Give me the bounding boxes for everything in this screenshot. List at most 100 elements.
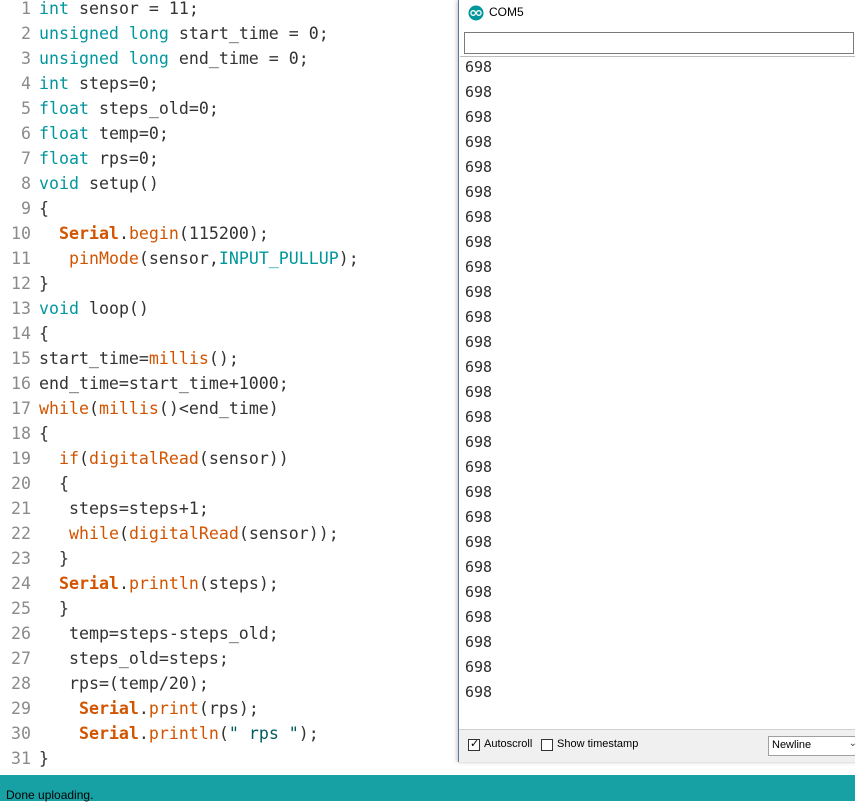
- code-token: .: [118, 224, 129, 243]
- serial-output-line: 698: [465, 433, 493, 451]
- line-number: 4: [21, 74, 31, 93]
- line-number: 11: [11, 249, 31, 268]
- serial-output-area[interactable]: 698 698 698 698 698 698 698 698 698 698 698 698 698 6…: [460, 56, 855, 729]
- code-token: loop(): [88, 299, 149, 318]
- window-title: COM5: [489, 5, 524, 19]
- code-text: {: [39, 471, 69, 496]
- code-token: ()<end_time): [158, 399, 279, 418]
- code-text: Serial.begin(115200);: [39, 221, 269, 246]
- code-text: float steps_old=0;: [39, 96, 219, 121]
- code-text: int sensor = 11;: [39, 0, 199, 21]
- code-text: if(digitalRead(sensor)): [39, 446, 289, 471]
- serial-output-line: 698: [465, 683, 493, 701]
- line-number: 25: [11, 599, 31, 618]
- serial-output-line: 698: [465, 283, 493, 301]
- code-text: float temp=0;: [39, 121, 169, 146]
- code-token: Serial: [78, 699, 139, 718]
- autoscroll-checkbox[interactable]: ✓: [468, 738, 480, 751]
- line-number: 26: [11, 624, 31, 643]
- arduino-logo-icon: [468, 5, 484, 21]
- code-token: );: [338, 249, 359, 268]
- serial-monitor-window: COM5 698 698 698 698 698 698 698 698 698 698 698 69…: [458, 0, 855, 762]
- code-token: println: [128, 574, 199, 593]
- code-token: INPUT_PULLUP: [218, 249, 339, 268]
- code-token: (: [88, 399, 99, 418]
- code-text: while(digitalRead(sensor));: [39, 521, 339, 546]
- serial-output-line: 698: [465, 458, 493, 476]
- code-token: digitalRead: [88, 449, 199, 468]
- code-token: }: [39, 749, 49, 768]
- code-text: }: [39, 546, 69, 571]
- line-number: 12: [11, 274, 31, 293]
- serial-output-line: 698: [465, 508, 493, 526]
- line-number: 30: [11, 724, 31, 743]
- show-timestamp-label: Show timestamp: [557, 738, 639, 750]
- code-token: println: [148, 724, 219, 743]
- line-number: 5: [21, 99, 31, 118]
- line-number: 2: [21, 24, 31, 43]
- code-text: rps=(temp/20);: [39, 671, 209, 696]
- code-token: print: [148, 699, 199, 718]
- serial-output-line: 698: [465, 133, 493, 151]
- code-text: void setup(): [39, 171, 159, 196]
- line-number: 23: [11, 549, 31, 568]
- serial-send-input[interactable]: [464, 32, 854, 54]
- line-number: 31: [11, 749, 31, 768]
- code-token: int: [39, 74, 69, 93]
- code-token: (sensor));: [238, 524, 339, 543]
- code-token: rps=0;: [98, 149, 159, 168]
- serial-output-line: 698: [465, 108, 493, 126]
- line-number: 7: [21, 149, 31, 168]
- code-token: }: [39, 599, 69, 618]
- line-number: 16: [11, 374, 31, 393]
- serial-output-line: 698: [465, 208, 493, 226]
- code-token: .: [138, 724, 149, 743]
- code-token: {: [39, 199, 49, 218]
- code-token: (rps);: [198, 699, 259, 718]
- code-token: }: [39, 549, 69, 568]
- code-text: end_time=start_time+1000;: [39, 371, 289, 396]
- line-number: 13: [11, 299, 31, 318]
- code-text: int steps=0;: [39, 71, 159, 96]
- code-token: void: [39, 299, 79, 318]
- code-token: unsigned long: [39, 24, 169, 43]
- serial-monitor-title-bar[interactable]: COM5: [459, 0, 855, 26]
- code-text: {: [39, 421, 49, 446]
- code-token: pinMode: [68, 249, 139, 268]
- code-token: );: [298, 724, 319, 743]
- code-text: steps=steps+1;: [39, 496, 209, 521]
- serial-output-line: 698: [465, 383, 493, 401]
- line-number: 21: [11, 499, 31, 518]
- code-token: {: [39, 324, 49, 343]
- code-token: start_time = 0;: [178, 24, 329, 43]
- line-number: 8: [21, 174, 31, 193]
- code-token: {: [39, 424, 49, 443]
- code-token: Serial: [58, 224, 119, 243]
- serial-output-line: 698: [465, 483, 493, 501]
- code-token: (: [78, 449, 89, 468]
- serial-output-line: 698: [465, 333, 493, 351]
- line-ending-select[interactable]: Newline ⌄: [768, 736, 855, 756]
- code-token: unsigned long: [39, 49, 169, 68]
- code-token: (steps);: [198, 574, 279, 593]
- code-text: {: [39, 196, 49, 221]
- serial-output-line: 698: [465, 408, 493, 426]
- code-text: void loop(): [39, 296, 149, 321]
- code-token: steps_old=steps;: [39, 649, 229, 668]
- chevron-down-icon: ⌄: [848, 738, 855, 749]
- code-text: Serial.print(rps);: [39, 696, 259, 721]
- code-token: .: [118, 574, 129, 593]
- code-token: setup(): [88, 174, 159, 193]
- checkmark-icon: ✓: [470, 738, 480, 750]
- code-token: end_time=start_time+1000;: [39, 374, 289, 393]
- show-timestamp-checkbox[interactable]: [541, 739, 553, 751]
- code-token: start_time=: [39, 349, 149, 368]
- code-token: sensor = 11;: [78, 0, 199, 18]
- serial-output-line: 698: [465, 633, 493, 651]
- code-text: }: [39, 596, 69, 621]
- code-token: millis: [98, 399, 159, 418]
